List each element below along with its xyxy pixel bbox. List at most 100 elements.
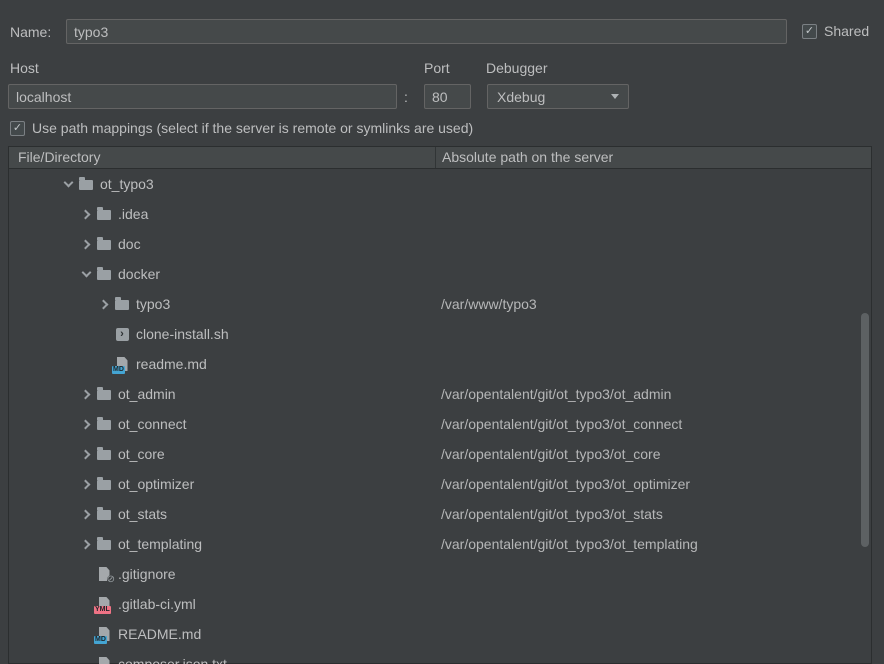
yml-icon: YML: [96, 596, 112, 612]
table-row[interactable]: ot_templating/var/opentalent/git/ot_typo…: [9, 529, 871, 559]
table-row[interactable]: ⊘ .gitignore: [9, 559, 871, 589]
ignored-icon: ⊘: [96, 566, 112, 582]
table-row[interactable]: doc: [9, 229, 871, 259]
file-name: ot_admin: [118, 386, 176, 402]
table-row[interactable]: MD README.md: [9, 619, 871, 649]
name-label: Name:: [10, 24, 51, 40]
host-port-separator: :: [404, 89, 408, 105]
folder-icon: [96, 506, 112, 522]
table-row[interactable]: YML .gitlab-ci.yml: [9, 589, 871, 619]
column-header-file-directory: File/Directory: [9, 147, 436, 168]
server-path: /var/www/typo3: [441, 296, 537, 312]
checkbox-checked-icon[interactable]: ✓: [802, 24, 817, 39]
folder-icon: [96, 416, 112, 432]
use-path-mappings-checkbox[interactable]: ✓ Use path mappings (select if the serve…: [10, 120, 473, 136]
expander-slot: [78, 211, 94, 218]
server-path: /var/opentalent/git/ot_typo3/ot_admin: [441, 386, 671, 402]
folder-icon: [78, 176, 94, 192]
file-name: typo3: [136, 296, 170, 312]
table-row[interactable]: ot_connect/var/opentalent/git/ot_typo3/o…: [9, 409, 871, 439]
file-name: clone-install.sh: [136, 326, 229, 342]
expander-slot: [78, 272, 94, 276]
file-name: .gitignore: [118, 566, 176, 582]
file-name: ot_typo3: [100, 176, 154, 192]
server-path: /var/opentalent/git/ot_typo3/ot_optimize…: [441, 476, 690, 492]
file-name: README.md: [118, 626, 201, 642]
shared-checkbox[interactable]: ✓ Shared: [802, 23, 869, 39]
file-tree-rows: ot_typo3 .idea doc docker typo3/var/www/typo…: [9, 169, 871, 664]
path-mappings-table: File/Directory Absolute path on the serv…: [8, 146, 872, 664]
folder-icon: [114, 296, 130, 312]
debugger-select[interactable]: Xdebug: [487, 84, 629, 109]
md-icon: MD: [96, 626, 112, 642]
chevron-right-icon[interactable]: [80, 449, 90, 459]
host-label: Host: [10, 60, 39, 76]
expander-slot: [78, 391, 94, 398]
table-row[interactable]: ot_admin/var/opentalent/git/ot_typo3/ot_…: [9, 379, 871, 409]
chevron-right-icon[interactable]: [80, 539, 90, 549]
expander-slot: [78, 541, 94, 548]
file-name: ot_templating: [118, 536, 202, 552]
table-row[interactable]: composer.json.txt: [9, 649, 871, 664]
table-row[interactable]: ot_stats/var/opentalent/git/ot_typo3/ot_…: [9, 499, 871, 529]
chevron-right-icon[interactable]: [80, 479, 90, 489]
shell-icon: ›: [114, 326, 130, 342]
server-path: /var/opentalent/git/ot_typo3/ot_stats: [441, 506, 663, 522]
file-name: ot_optimizer: [118, 476, 194, 492]
file-name: .idea: [118, 206, 148, 222]
host-input[interactable]: [8, 84, 397, 109]
folder-icon: [96, 386, 112, 402]
shared-label: Shared: [824, 23, 869, 39]
chevron-right-icon[interactable]: [80, 419, 90, 429]
chevron-right-icon[interactable]: [80, 239, 90, 249]
chevron-right-icon[interactable]: [80, 389, 90, 399]
server-path: /var/opentalent/git/ot_typo3/ot_connect: [441, 416, 682, 432]
folder-icon: [96, 536, 112, 552]
file-name: ot_core: [118, 446, 165, 462]
chevron-right-icon[interactable]: [80, 209, 90, 219]
debugger-label: Debugger: [486, 60, 548, 76]
expander-slot: [96, 301, 112, 308]
checkbox-checked-icon[interactable]: ✓: [10, 121, 25, 136]
expander-slot: [78, 241, 94, 248]
folder-icon: [96, 206, 112, 222]
table-row[interactable]: › clone-install.sh: [9, 319, 871, 349]
expander-slot: [78, 451, 94, 458]
expander-slot: [78, 511, 94, 518]
table-row[interactable]: ot_typo3: [9, 169, 871, 199]
expander-slot: [78, 421, 94, 428]
file-name: docker: [118, 266, 160, 282]
table-row[interactable]: ot_core/var/opentalent/git/ot_typo3/ot_c…: [9, 439, 871, 469]
chevron-right-icon[interactable]: [98, 299, 108, 309]
name-input[interactable]: [66, 19, 787, 44]
port-input[interactable]: [424, 84, 471, 109]
expander-slot: [78, 481, 94, 488]
vertical-scrollbar-thumb[interactable]: [861, 313, 869, 547]
chevron-down-icon[interactable]: [63, 178, 73, 188]
file-name: doc: [118, 236, 141, 252]
table-row[interactable]: .idea: [9, 199, 871, 229]
file-name: ot_stats: [118, 506, 167, 522]
chevron-down-icon: [611, 94, 619, 99]
folder-icon: [96, 236, 112, 252]
file-name: readme.md: [136, 356, 207, 372]
file-name: .gitlab-ci.yml: [118, 596, 196, 612]
table-row[interactable]: MD readme.md: [9, 349, 871, 379]
md-icon: MD: [114, 356, 130, 372]
txt-icon: [96, 656, 112, 664]
column-header-absolute-path: Absolute path on the server: [436, 147, 871, 168]
server-path: /var/opentalent/git/ot_typo3/ot_core: [441, 446, 660, 462]
use-path-mappings-label: Use path mappings (select if the server …: [32, 120, 473, 136]
folder-icon: [96, 446, 112, 462]
table-row[interactable]: docker: [9, 259, 871, 289]
table-row[interactable]: ot_optimizer/var/opentalent/git/ot_typo3…: [9, 469, 871, 499]
folder-icon: [96, 266, 112, 282]
chevron-right-icon[interactable]: [80, 509, 90, 519]
table-header: File/Directory Absolute path on the serv…: [9, 147, 871, 169]
server-path: /var/opentalent/git/ot_typo3/ot_templati…: [441, 536, 698, 552]
file-name: composer.json.txt: [118, 656, 227, 664]
folder-icon: [96, 476, 112, 492]
file-name: ot_connect: [118, 416, 187, 432]
chevron-down-icon[interactable]: [81, 268, 91, 278]
table-row[interactable]: typo3/var/www/typo3: [9, 289, 871, 319]
